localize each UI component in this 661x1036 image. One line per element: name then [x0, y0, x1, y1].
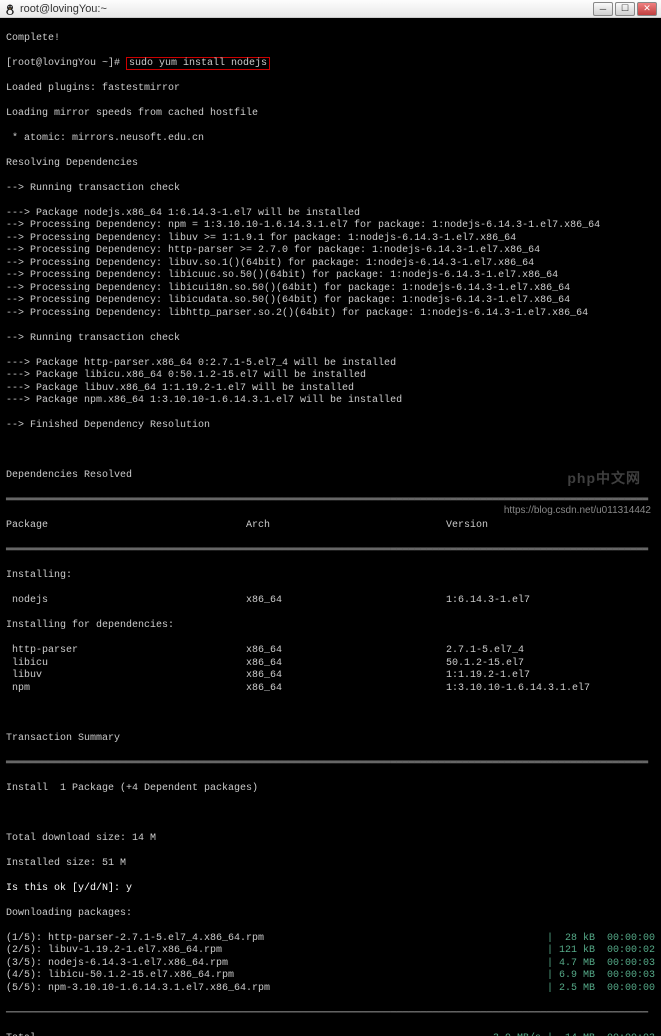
minimize-button[interactable]: ─	[593, 2, 613, 16]
cell-arch: x86_64	[246, 595, 446, 608]
cell-package: nodejs	[6, 595, 246, 608]
output-line: Loaded plugins: fastestmirror	[6, 83, 655, 96]
download-row: (1/5): http-parser-2.7.1-5.el7_4.x86_64.…	[6, 933, 655, 946]
output-line: Transaction Summary	[6, 733, 655, 746]
download-progress: | 6.9 MB 00:00:03	[547, 970, 655, 983]
confirm-prompt: Is this ok [y/d/N]: y	[6, 883, 655, 896]
cell-arch: x86_64	[246, 683, 446, 696]
download-file: (1/5): http-parser-2.7.1-5.el7_4.x86_64.…	[6, 933, 264, 946]
output-line: ---> Package libuv.x86_64 1:1.19.2-1.el7…	[6, 383, 655, 396]
cell-version: 2.7.1-5.el7_4	[446, 645, 655, 658]
output-line: Total download size: 14 M	[6, 833, 655, 846]
download-row: (4/5): libicu-50.1.2-15.el7.x86_64.rpm | …	[6, 970, 655, 983]
table-header: Package Arch Version	[6, 520, 655, 533]
table-row: libuvx86_641:1.19.2-1.el7	[6, 670, 655, 683]
window-titlebar: root@lovingYou:~ ─ ☐ ✕	[0, 0, 661, 18]
output-line: --> Processing Dependency: libuv.so.1()(…	[6, 258, 655, 271]
output-line: --> Running transaction check	[6, 183, 655, 196]
output-line: ---> Package nodejs.x86_64 1:6.14.3-1.el…	[6, 208, 655, 221]
download-file: (4/5): libicu-50.1.2-15.el7.x86_64.rpm	[6, 970, 234, 983]
entered-command: sudo yum install nodejs	[126, 57, 270, 70]
close-button[interactable]: ✕	[637, 2, 657, 16]
output-line: Dependencies Resolved	[6, 470, 655, 483]
output-line: Loading mirror speeds from cached hostfi…	[6, 108, 655, 121]
section-label: Installing for dependencies:	[6, 620, 655, 633]
cell-arch: x86_64	[246, 658, 446, 671]
maximize-button[interactable]: ☐	[615, 2, 635, 16]
download-row: (5/5): npm-3.10.10-1.6.14.3.1.el7.x86_64…	[6, 983, 655, 996]
output-line: Downloading packages:	[6, 908, 655, 921]
download-total: Total3.9 MB/s | 14 MB 00:00:03	[6, 1033, 655, 1036]
table-row: http-parserx86_642.7.1-5.el7_4	[6, 645, 655, 658]
table-row: npmx86_641:3.10.10-1.6.14.3.1.el7	[6, 683, 655, 696]
col-arch: Arch	[246, 520, 446, 533]
output-line: --> Running transaction check	[6, 333, 655, 346]
source-link: https://blog.csdn.net/u011314442	[504, 505, 651, 516]
download-progress: | 4.7 MB 00:00:03	[547, 958, 655, 971]
download-progress: | 2.5 MB 00:00:00	[547, 983, 655, 996]
output-line: * atomic: mirrors.neusoft.edu.cn	[6, 133, 655, 146]
output-line: --> Processing Dependency: libicudata.so…	[6, 295, 655, 308]
cell-arch: x86_64	[246, 645, 446, 658]
download-progress: | 28 kB 00:00:00	[547, 933, 655, 946]
window-controls: ─ ☐ ✕	[593, 2, 657, 16]
table-row: libicux86_6450.1.2-15.el7	[6, 658, 655, 671]
download-progress: | 121 kB 00:00:02	[547, 945, 655, 958]
col-version: Version	[446, 520, 655, 533]
download-file: (2/5): libuv-1.19.2-1.el7.x86_64.rpm	[6, 945, 222, 958]
output-line: Installed size: 51 M	[6, 858, 655, 871]
download-file: (3/5): nodejs-6.14.3-1.el7.x86_64.rpm	[6, 958, 228, 971]
output-line: ---> Package npm.x86_64 1:3.10.10-1.6.14…	[6, 395, 655, 408]
cell-package: npm	[6, 683, 246, 696]
download-row: (3/5): nodejs-6.14.3-1.el7.x86_64.rpm | 4…	[6, 958, 655, 971]
terminal-output[interactable]: Complete! [root@lovingYou ~]# sudo yum i…	[0, 18, 661, 1036]
download-file: (5/5): npm-3.10.10-1.6.14.3.1.el7.x86_64…	[6, 983, 270, 996]
section-label: Installing:	[6, 570, 655, 583]
cell-version: 1:1.19.2-1.el7	[446, 670, 655, 683]
shell-prompt: [root@lovingYou ~]#	[6, 58, 126, 69]
prompt-line: [root@lovingYou ~]# sudo yum install nod…	[6, 58, 655, 71]
col-package: Package	[6, 520, 246, 533]
output-line: --> Finished Dependency Resolution	[6, 420, 655, 433]
output-line: Resolving Dependencies	[6, 158, 655, 171]
cell-version: 50.1.2-15.el7	[446, 658, 655, 671]
output-line: --> Processing Dependency: http-parser >…	[6, 245, 655, 258]
cell-package: libicu	[6, 658, 246, 671]
cell-arch: x86_64	[246, 670, 446, 683]
download-row: (2/5): libuv-1.19.2-1.el7.x86_64.rpm | 12…	[6, 945, 655, 958]
output-line: ---> Package http-parser.x86_64 0:2.7.1-…	[6, 358, 655, 371]
penguin-icon	[4, 3, 16, 15]
output-line: Complete!	[6, 33, 655, 46]
output-line: --> Processing Dependency: libicui18n.so…	[6, 283, 655, 296]
cell-package: libuv	[6, 670, 246, 683]
table-row: nodejsx86_641:6.14.3-1.el7	[6, 595, 655, 608]
output-line: --> Processing Dependency: npm = 1:3.10.…	[6, 220, 655, 233]
output-line: --> Processing Dependency: libhttp_parse…	[6, 308, 655, 321]
cell-version: 1:6.14.3-1.el7	[446, 595, 655, 608]
cell-version: 1:3.10.10-1.6.14.3.1.el7	[446, 683, 655, 696]
output-line: --> Processing Dependency: libuv >= 1:1.…	[6, 233, 655, 246]
cell-package: http-parser	[6, 645, 246, 658]
output-line: --> Processing Dependency: libicuuc.so.5…	[6, 270, 655, 283]
output-line: ---> Package libicu.x86_64 0:50.1.2-15.e…	[6, 370, 655, 383]
output-line: Install 1 Package (+4 Dependent packages…	[6, 783, 655, 796]
window-title: root@lovingYou:~	[20, 3, 107, 15]
